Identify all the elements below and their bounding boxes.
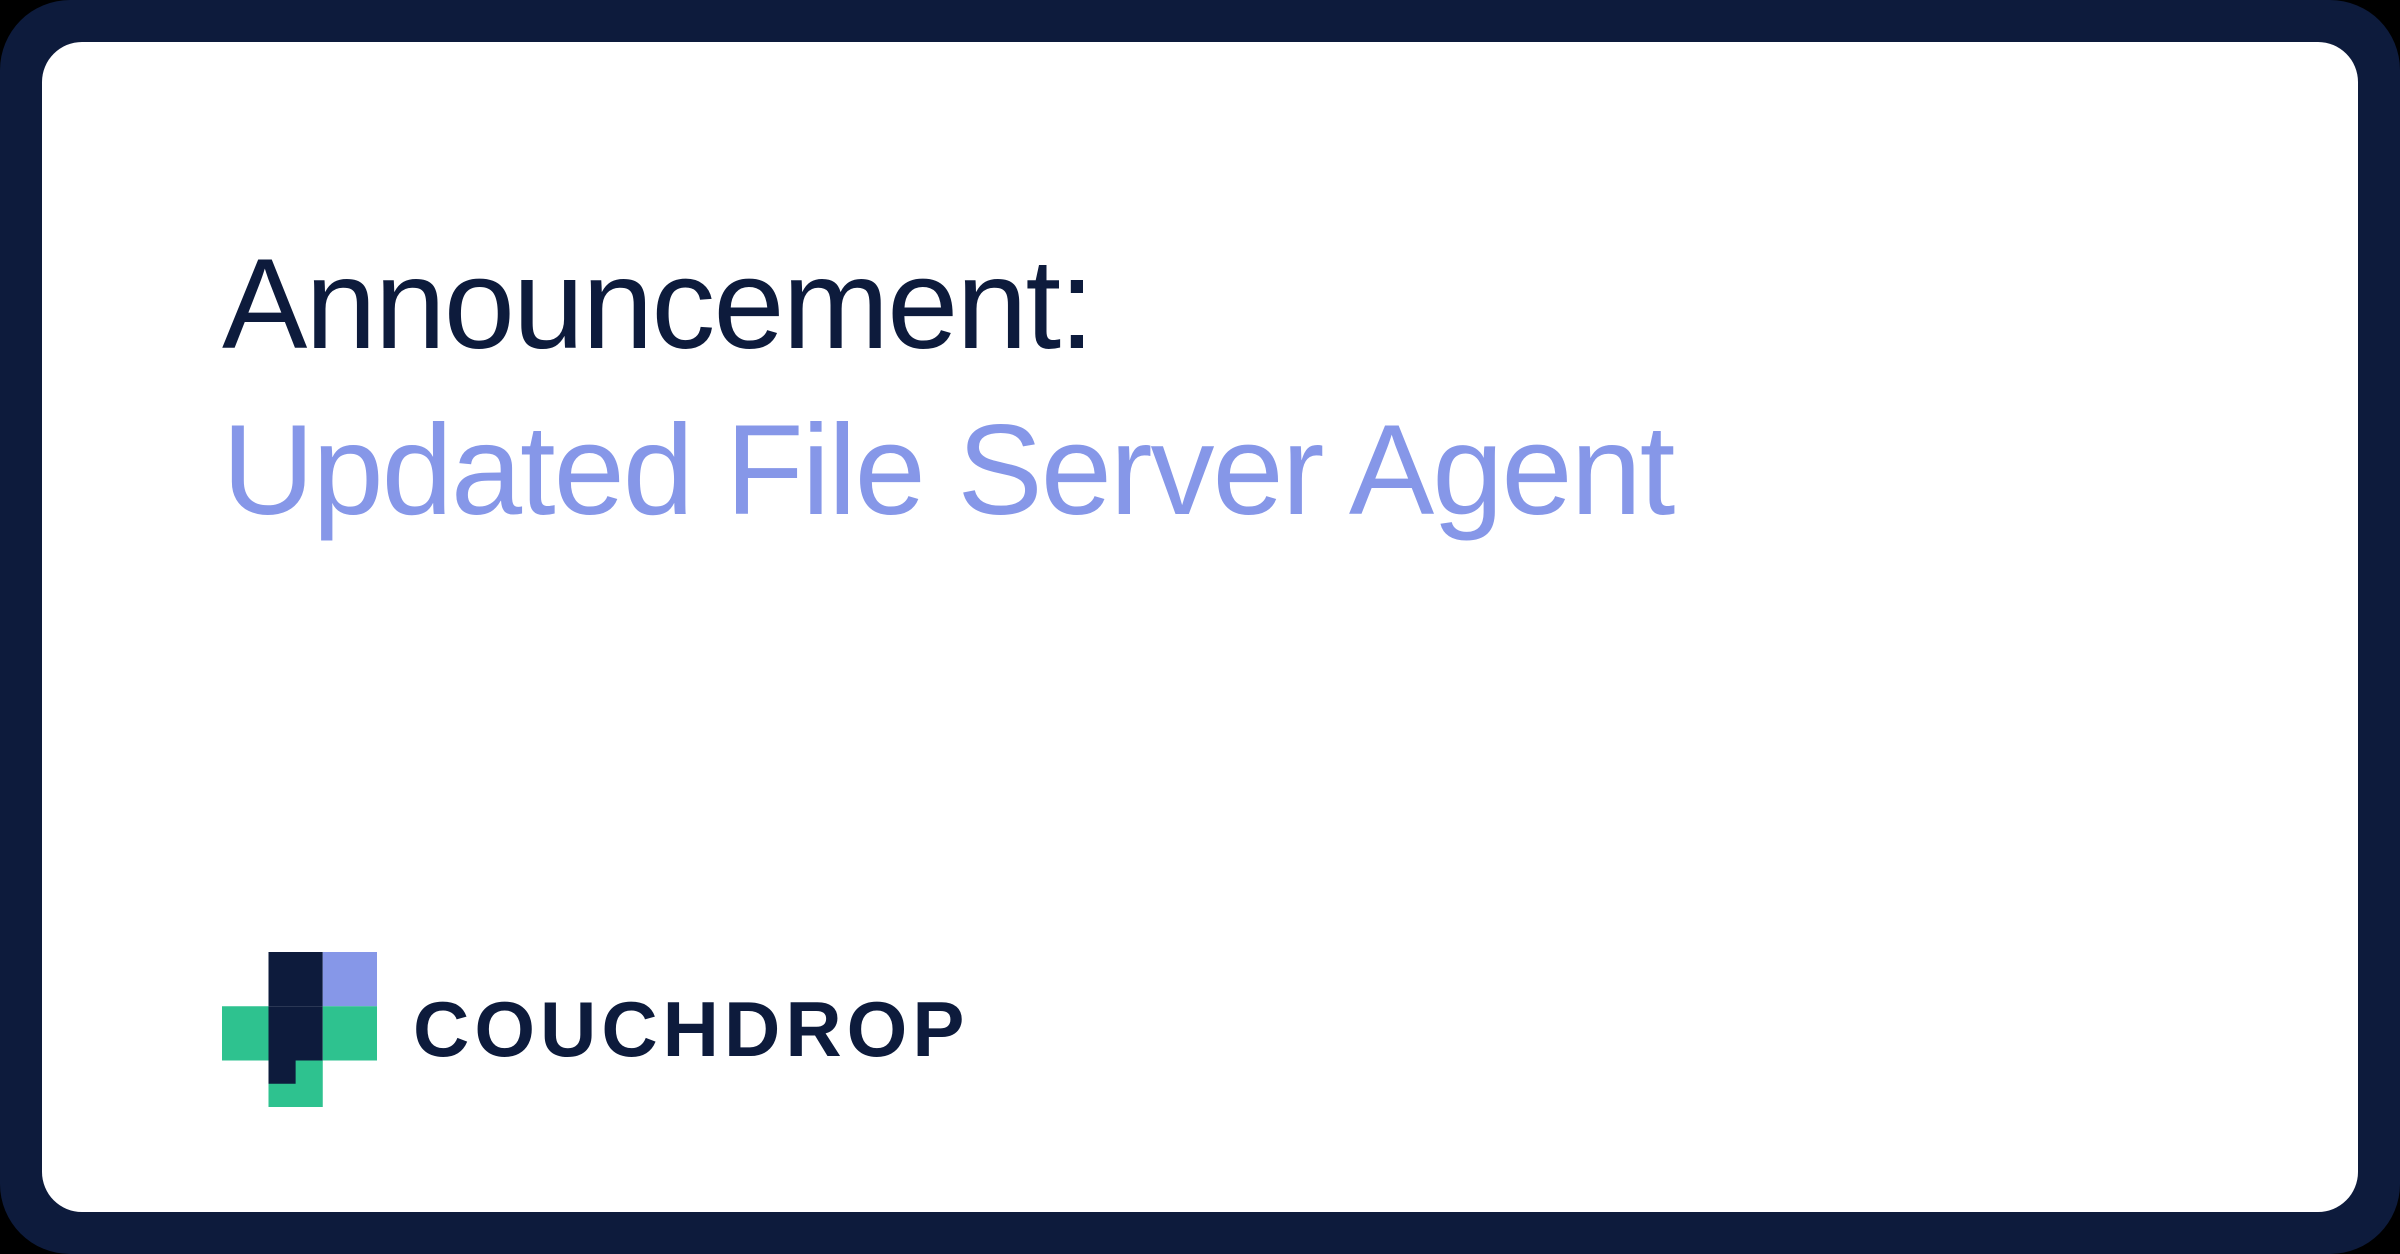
card-inner: Announcement: Updated File Server Agent … [42,42,2358,1212]
couchdrop-logo-mark-icon [222,952,377,1107]
brand-logo: COUCHDROP [222,952,969,1107]
announcement-heading: Announcement: Updated File Server Agent [222,222,2178,555]
heading-line-2: Updated File Server Agent [222,388,2178,554]
heading-line-1: Announcement: [222,222,2178,388]
announcement-card: Announcement: Updated File Server Agent … [0,0,2400,1254]
brand-name: COUCHDROP [413,984,969,1075]
